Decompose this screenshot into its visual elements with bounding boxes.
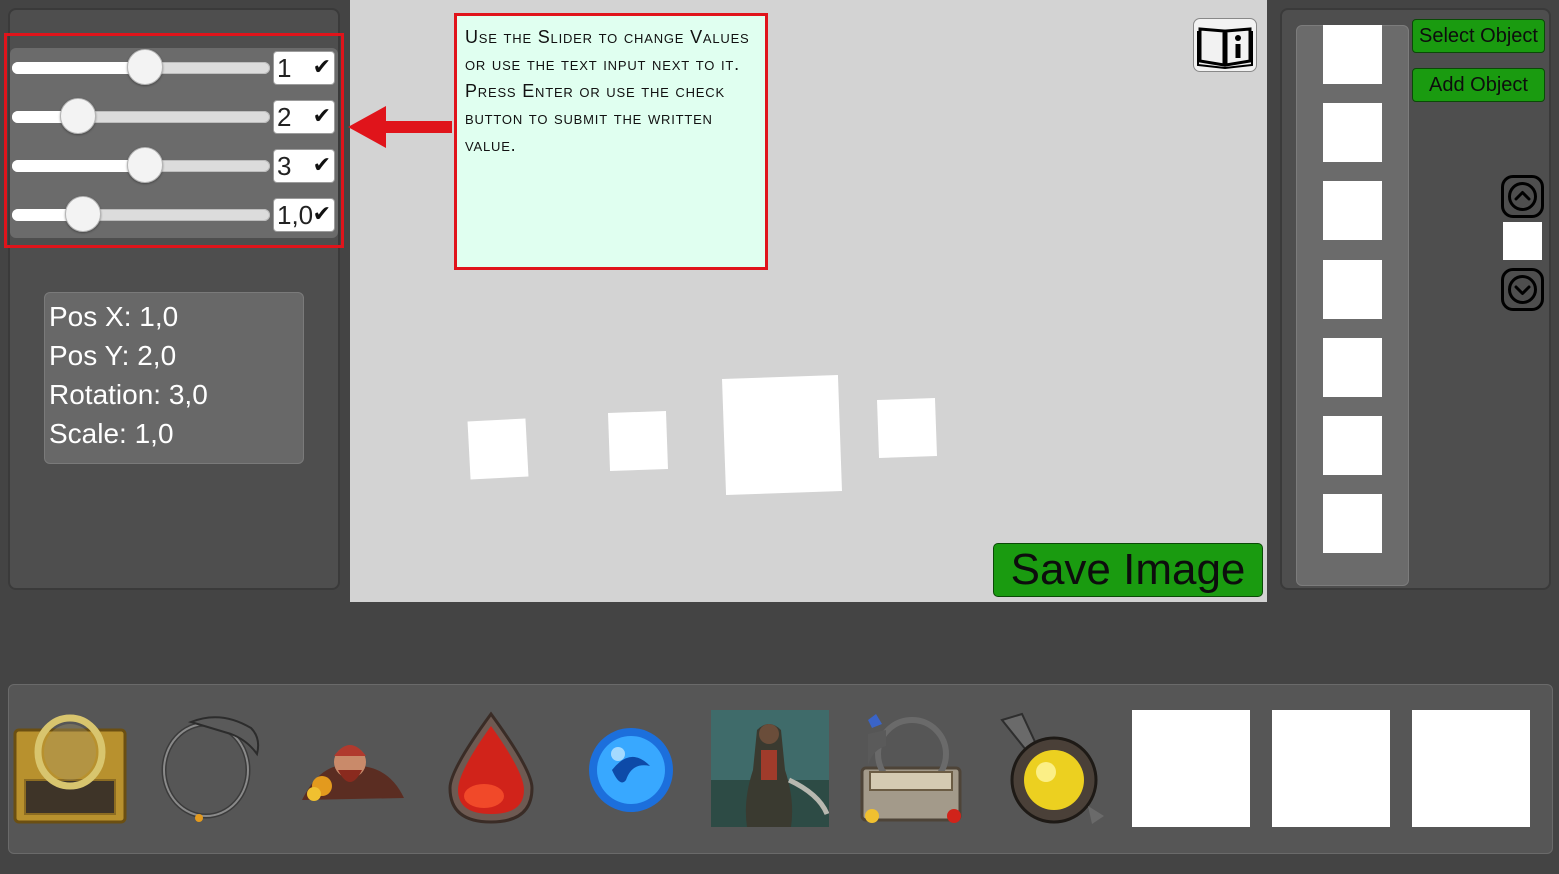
select-object-button[interactable]: Select Object: [1412, 19, 1545, 53]
save-image-label: Save Image: [1010, 545, 1246, 594]
red-arrow-icon: [348, 106, 452, 148]
asset-blank-slot[interactable]: [1272, 710, 1390, 827]
chevron-up-icon: [1508, 182, 1537, 211]
scroll-up-button[interactable]: [1501, 175, 1544, 218]
add-object-button[interactable]: Add Object: [1412, 68, 1545, 102]
asset-dwarf-character[interactable]: [292, 710, 410, 827]
pos-y-label: Pos Y: 2,0: [49, 340, 177, 371]
object-slot[interactable]: [1323, 416, 1382, 475]
object-slot[interactable]: [1323, 338, 1382, 397]
tooltip-text: Use the Slider to change Values or use t…: [465, 27, 750, 155]
asset-ornate-card-frame[interactable]: [852, 710, 970, 827]
canvas-object[interactable]: [608, 411, 668, 471]
chevron-down-icon: [1508, 275, 1537, 304]
canvas-object[interactable]: [877, 398, 937, 458]
object-slot[interactable]: [1323, 494, 1382, 553]
asset-blank-slot[interactable]: [1132, 710, 1250, 827]
asset-warrior-portrait[interactable]: [711, 710, 829, 827]
tutorial-highlight-box: [4, 33, 344, 248]
book-info-icon: [1197, 27, 1253, 70]
pos-x-label: Pos X: 1,0: [49, 301, 179, 332]
canvas-object[interactable]: [467, 418, 529, 480]
asset-blank-slot[interactable]: [1412, 710, 1530, 827]
rotation-label: Rotation: 3,0: [49, 379, 208, 410]
object-slot[interactable]: [1323, 25, 1382, 84]
transform-info-box: Pos X: 1,0 Pos Y: 2,0 Rotation: 3,0 Scal…: [44, 292, 304, 464]
object-slot[interactable]: [1323, 103, 1382, 162]
asset-yellow-potion[interactable]: [992, 710, 1110, 827]
add-object-label: Add Object: [1429, 74, 1528, 96]
info-book-button[interactable]: [1193, 18, 1257, 72]
asset-golden-portrait-frame[interactable]: [11, 710, 129, 827]
tutorial-tooltip: Use the Slider to change Values or use t…: [454, 13, 768, 270]
scroll-indicator: [1503, 222, 1542, 260]
save-image-button[interactable]: Save Image: [993, 543, 1263, 597]
asset-dragon-ring-frame[interactable]: [151, 710, 269, 827]
canvas-object-selected[interactable]: [722, 375, 842, 495]
scale-label: Scale: 1,0: [49, 418, 174, 449]
scroll-down-button[interactable]: [1501, 268, 1544, 311]
object-slot[interactable]: [1323, 260, 1382, 319]
asset-red-drop-gem[interactable]: [432, 710, 550, 827]
object-slot[interactable]: [1323, 181, 1382, 240]
select-object-label: Select Object: [1419, 25, 1538, 47]
asset-blue-orb[interactable]: [572, 710, 690, 827]
